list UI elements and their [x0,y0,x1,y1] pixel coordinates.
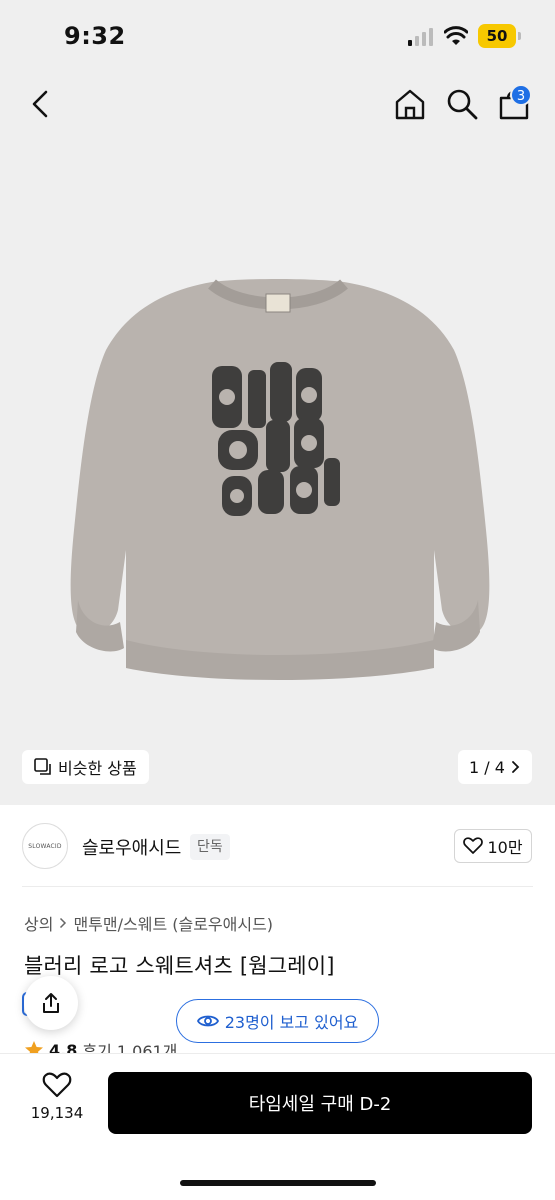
share-icon [43,993,59,1013]
cart-count-badge: 3 [510,84,532,106]
search-icon[interactable] [444,86,480,122]
heart-icon [463,837,484,854]
divider [22,886,533,887]
brand-logo[interactable]: SLOWACID [22,823,68,869]
battery-level: 50 [478,24,516,48]
home-icon[interactable] [392,86,428,122]
product-image[interactable] [62,270,494,682]
eye-icon [196,1015,219,1027]
wishlist-count: 19,134 [30,1104,84,1122]
similar-products-button[interactable]: 비슷한 상품 [22,750,149,784]
brand-name[interactable]: 슬로우애시드 [82,834,181,860]
battery-tip [518,32,521,40]
breadcrumb: 상의 맨투맨/스웨트 (슬로우애시드) [24,911,273,935]
product-title: 블러리 로고 스웨트셔츠 [웜그레이] [24,954,335,978]
brand-logo-text: SLOWACID [28,842,62,850]
brand-exclusive-tag: 단독 [190,834,230,860]
pager-text: 1 / 4 [469,757,505,777]
back-icon[interactable] [24,86,60,122]
status-time: 9:32 [64,22,126,50]
status-bar: 9:32 50 [0,0,555,72]
breadcrumb-subcategory[interactable]: 맨투맨/스웨트 (슬로우애시드) [73,911,273,935]
signal-icon [408,28,433,46]
wifi-icon [444,26,468,45]
brand-like-count: 10만 [487,838,523,857]
similar-products-label: 비슷한 상품 [58,759,137,778]
chevron-right-icon [60,917,67,929]
viewers-indicator: 23명이 보고 있어요 [176,999,379,1043]
buy-button[interactable]: 타임세일 구매 D-2 [108,1072,532,1134]
breadcrumb-category[interactable]: 상의 [24,911,53,935]
chevron-right-icon [512,761,520,773]
image-pager[interactable]: 1 / 4 [458,750,532,784]
home-indicator [180,1180,376,1186]
brand-like-button[interactable]: 10만 [454,829,532,863]
buy-button-label: 타임세일 구매 D-2 [248,1094,392,1115]
heart-icon [42,1072,72,1098]
wishlist-button[interactable]: 19,134 [22,1072,92,1132]
similar-icon [34,758,51,775]
share-button[interactable] [24,976,78,1030]
viewers-text: 23명이 보고 있어요 [224,1013,359,1032]
